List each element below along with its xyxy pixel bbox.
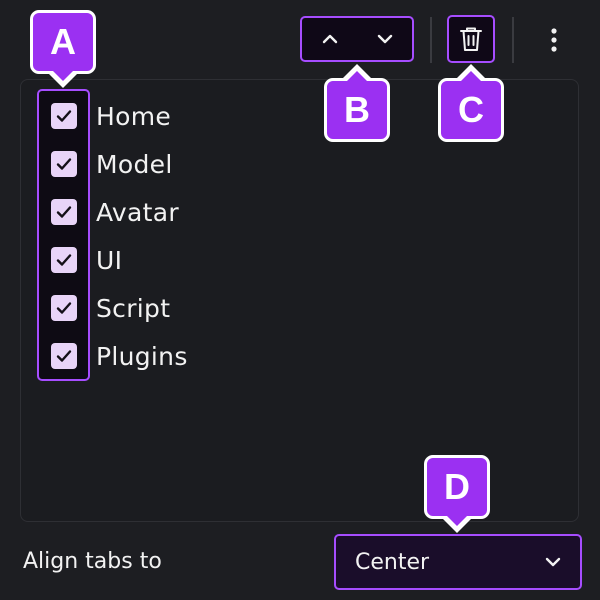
move-buttons-group [300,16,414,62]
tab-row-plugins[interactable]: Plugins [37,332,537,380]
checkmark-icon [56,206,72,218]
toolbar-divider [512,17,514,63]
align-tabs-select[interactable]: Center [334,534,582,590]
checkmark-icon [56,110,72,122]
tab-row-script[interactable]: Script [37,284,537,332]
tab-row-ui[interactable]: UI [37,236,537,284]
callout-badge-a: A [30,10,96,74]
checkmark-icon [56,350,72,362]
trash-icon [460,27,482,51]
checkmark-icon [56,302,72,314]
checkmark-icon [56,254,72,266]
tab-label: Model [96,149,173,179]
delete-button[interactable] [447,15,495,63]
more-options-button[interactable] [536,18,572,62]
tab-checkbox[interactable] [51,247,77,273]
tab-label: Plugins [96,341,188,371]
move-up-button[interactable] [302,18,357,60]
callout-pointer [447,516,467,526]
tab-label: Script [96,293,171,323]
move-down-button[interactable] [357,18,412,60]
toolbar-divider [430,17,432,63]
more-vertical-icon [551,28,557,52]
callout-badge-d: D [424,455,490,519]
tab-checkbox[interactable] [51,199,77,225]
callout-pointer [461,71,481,81]
callout-pointer [53,71,73,81]
callout-badge-c: C [438,78,504,142]
tab-label: Home [96,101,172,131]
chevron-up-icon [322,34,337,44]
align-tabs-label: Align tabs to [23,549,162,574]
tab-row-avatar[interactable]: Avatar [37,188,537,236]
tab-checkbox[interactable] [51,151,77,177]
tab-label: UI [96,245,123,275]
checkmark-icon [56,158,72,170]
tab-checkbox[interactable] [51,295,77,321]
callout-pointer [347,71,367,81]
callout-badge-b: B [324,78,390,142]
chevron-down-icon [377,34,392,44]
align-tabs-value: Center [355,549,430,575]
tab-row-model[interactable]: Model [37,140,537,188]
tab-checkbox[interactable] [51,103,77,129]
chevron-down-icon [542,551,564,573]
tab-label: Avatar [96,197,179,227]
tab-checkbox[interactable] [51,343,77,369]
